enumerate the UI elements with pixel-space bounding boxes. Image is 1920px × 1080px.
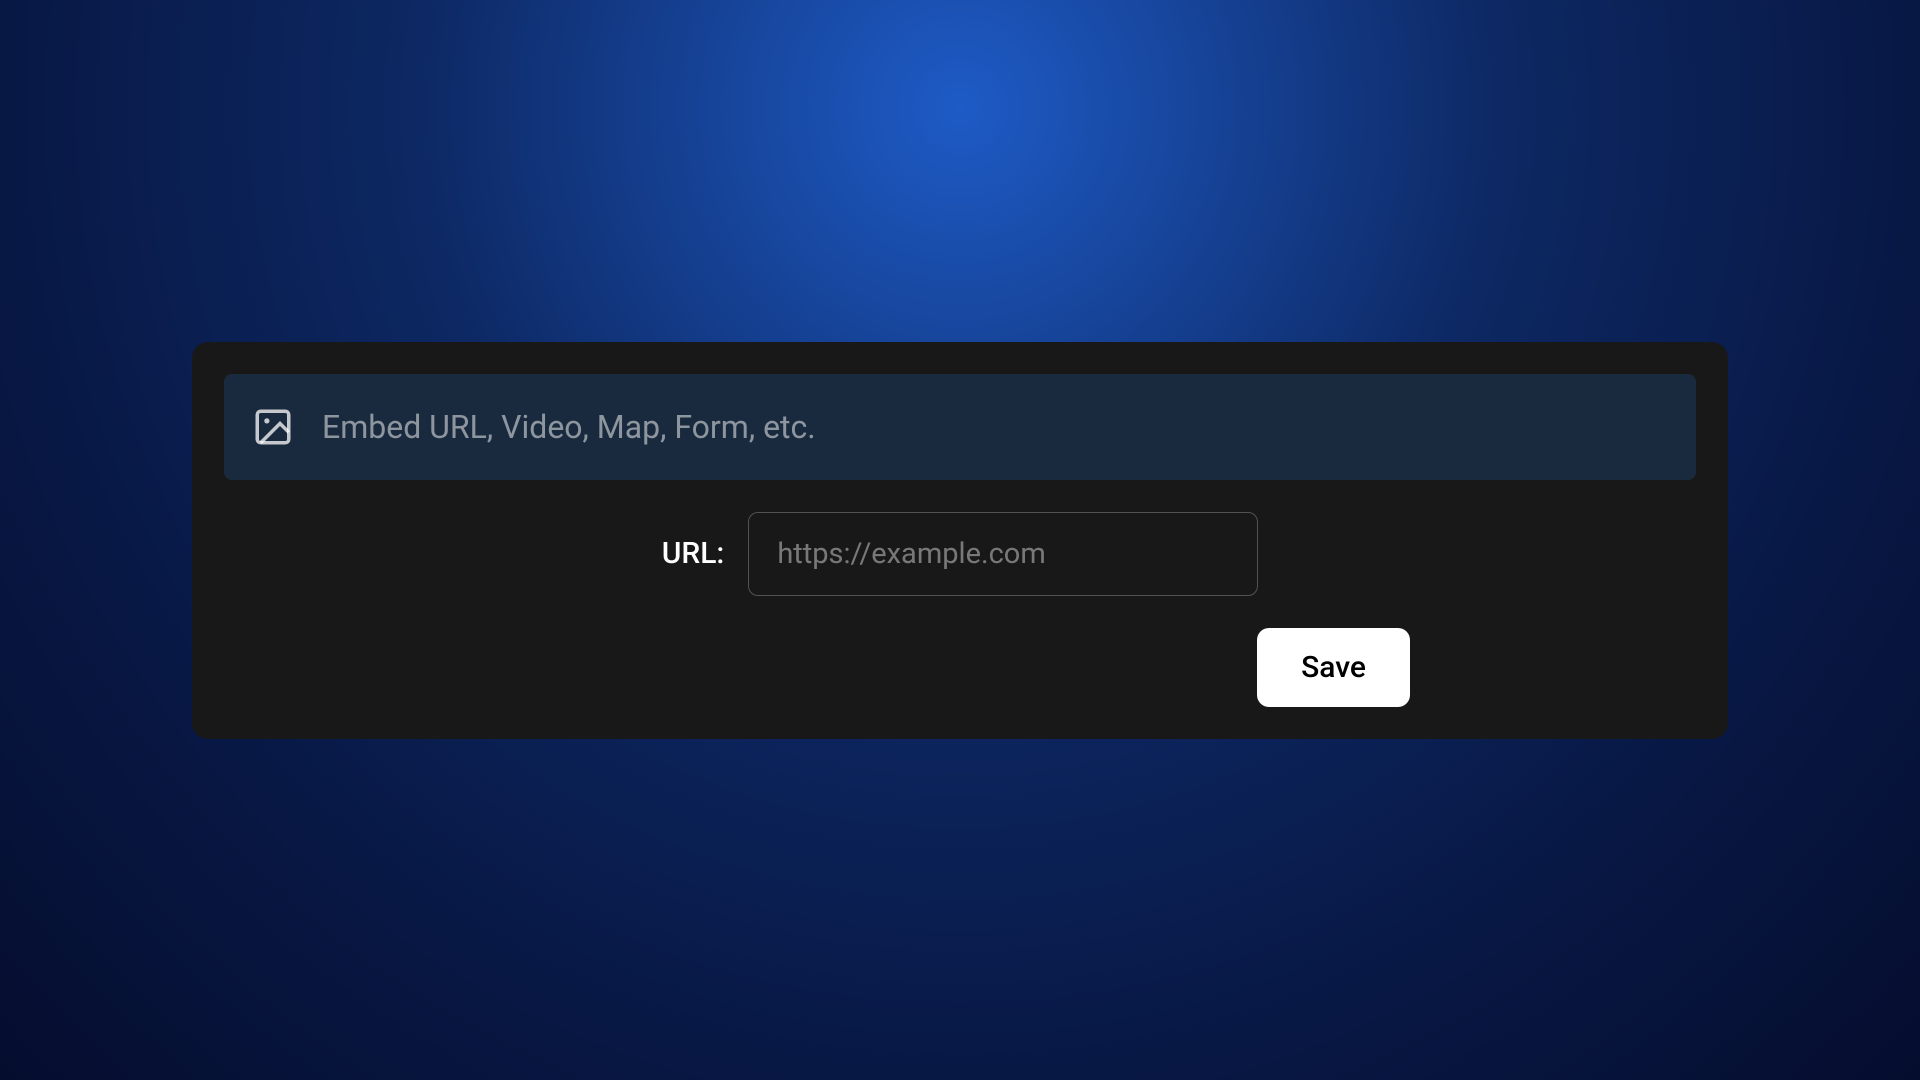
url-form-row: URL:	[510, 512, 1410, 596]
image-icon	[252, 406, 294, 448]
embed-description-bar[interactable]: Embed URL, Video, Map, Form, etc.	[224, 374, 1696, 480]
save-button[interactable]: Save	[1257, 628, 1410, 707]
button-row: Save	[510, 628, 1410, 707]
url-input[interactable]	[748, 512, 1258, 596]
url-label: URL:	[662, 536, 725, 571]
embed-dialog: Embed URL, Video, Map, Form, etc. URL: S…	[192, 342, 1728, 739]
embed-description-label: Embed URL, Video, Map, Form, etc.	[322, 408, 816, 446]
